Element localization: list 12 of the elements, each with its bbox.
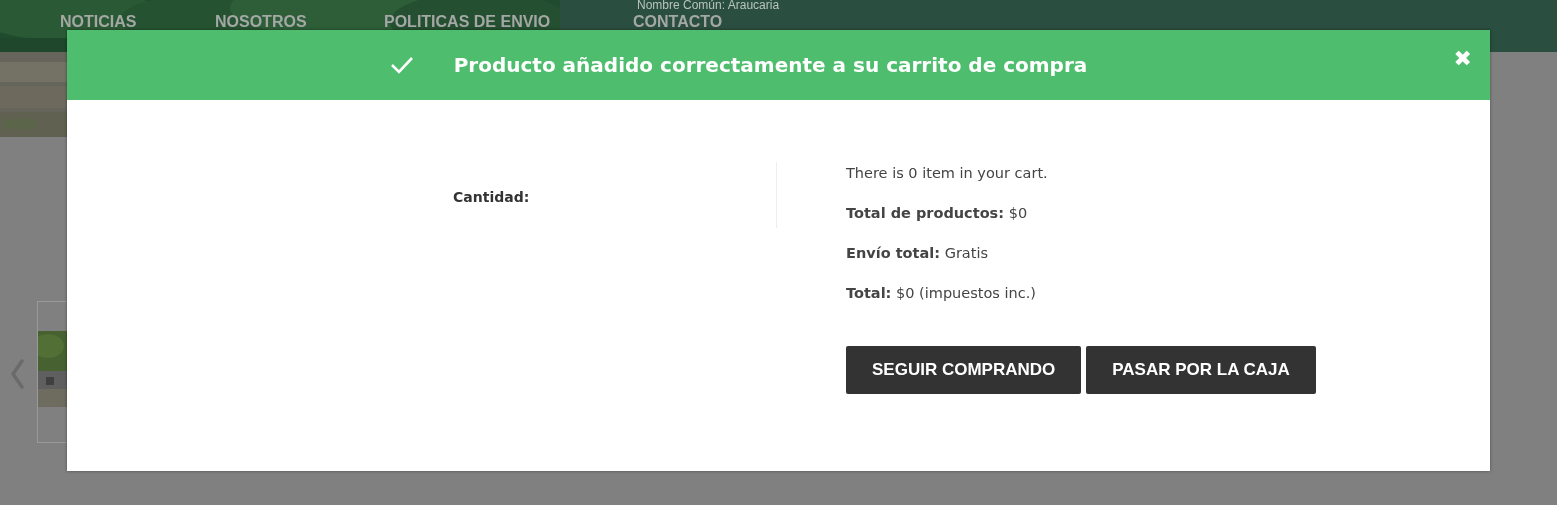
close-button[interactable]: ✖	[1453, 48, 1472, 70]
cart-summary-line: Total de productos: $0	[846, 204, 1029, 222]
quantity-label: Cantidad:	[453, 189, 530, 205]
cart-summary-line: There is 0 item in your cart.	[846, 164, 1049, 182]
cart-summary-line: Envío total: Gratis	[846, 244, 989, 262]
checkmark-icon	[389, 55, 414, 75]
modal-title: Producto añadido correctamente a su carrito de compra	[453, 53, 1088, 77]
nav-link[interactable]: CONTACTO	[633, 13, 723, 31]
product-subtitle: Nombre Común: Araucaria	[637, 0, 780, 12]
cart-summary-line: Total: $0 (impuestos inc.)	[846, 284, 1037, 302]
action-button[interactable]: PASAR POR LA CAJA	[1086, 346, 1316, 394]
action-button[interactable]: SEGUIR COMPRANDO	[846, 346, 1082, 394]
